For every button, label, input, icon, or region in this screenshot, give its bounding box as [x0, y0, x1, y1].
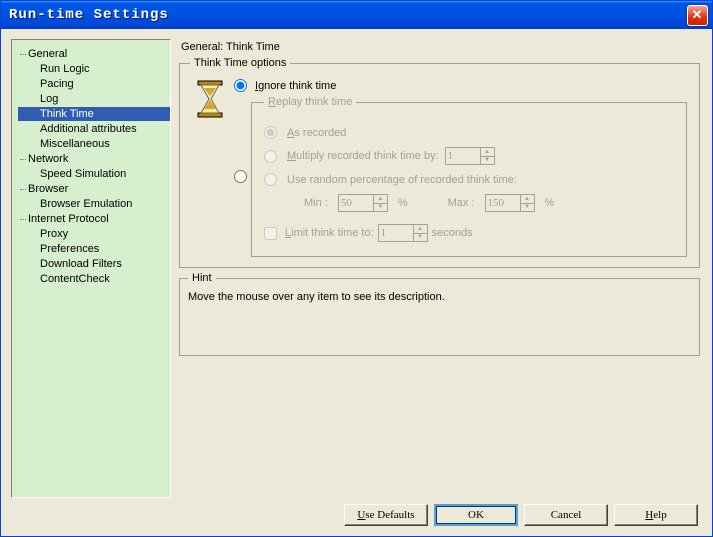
tree-cat-network[interactable]: Network — [18, 153, 170, 165]
multiply-value[interactable] — [446, 148, 480, 164]
tree-item-proxy[interactable]: Proxy — [18, 227, 170, 241]
limit-check-input[interactable] — [264, 227, 277, 240]
tree-item-contentcheck[interactable]: ContentCheck — [18, 272, 170, 286]
spin-down-icon[interactable]: ▼ — [481, 157, 494, 165]
max-label: Max : — [448, 197, 475, 209]
close-icon[interactable]: ✕ — [687, 5, 708, 26]
tree-item-download-filters[interactable]: Download Filters — [18, 257, 170, 271]
as-recorded-label: As recorded — [287, 127, 346, 139]
window-title: Run-time Settings — [9, 7, 687, 23]
tree-item-run-logic[interactable]: Run Logic — [18, 62, 170, 76]
max-percent: % — [545, 197, 555, 209]
tree-item-speed-simulation[interactable]: Speed Simulation — [18, 167, 170, 181]
hint-legend: Hint — [188, 272, 216, 284]
tree-item-additional-attributes[interactable]: Additional attributes — [18, 122, 170, 136]
tree-item-miscellaneous[interactable]: Miscellaneous — [18, 137, 170, 151]
use-defaults-button[interactable]: Use Defaults — [344, 504, 428, 526]
spin-down-icon[interactable]: ▼ — [414, 234, 427, 242]
seconds-label: seconds — [432, 227, 473, 239]
hint-box: Hint Move the mouse over any item to see… — [179, 278, 700, 356]
tree-item-preferences[interactable]: Preferences — [18, 242, 170, 256]
multiply-spinner[interactable]: ▲▼ — [445, 147, 495, 165]
limit-label: Limit think time to: — [285, 227, 374, 239]
hint-text: Move the mouse over any item to see its … — [188, 291, 691, 303]
options-legend: Think Time options — [190, 57, 290, 69]
max-value[interactable] — [486, 195, 520, 211]
spin-up-icon[interactable]: ▲ — [414, 225, 427, 234]
button-row: Use Defaults OK Cancel Help — [11, 498, 702, 526]
replay-think-time-radio[interactable]: Replay think time As recorded Multiply r… — [234, 96, 689, 257]
min-spinner[interactable]: ▲▼ — [338, 194, 388, 212]
spin-down-icon[interactable]: ▼ — [521, 204, 534, 212]
page-title: General: Think Time — [181, 41, 702, 53]
spin-up-icon[interactable]: ▲ — [481, 148, 494, 157]
client-area: General Run Logic Pacing Log Think Time … — [1, 29, 712, 536]
random-label: Use random percentage of recorded think … — [287, 174, 656, 186]
as-recorded-input[interactable] — [264, 126, 277, 139]
tree-item-pacing[interactable]: Pacing — [18, 77, 170, 91]
spin-down-icon[interactable]: ▼ — [374, 204, 387, 212]
tree-cat-internet-protocol[interactable]: Internet Protocol — [18, 213, 170, 225]
help-button[interactable]: Help — [614, 504, 698, 526]
tree-item-think-time[interactable]: Think Time — [18, 107, 170, 121]
random-radio[interactable]: Use random percentage of recorded think … — [264, 173, 674, 186]
content-panel: General: Think Time Think Time options — [177, 39, 702, 498]
min-max-row: Min : ▲▼ % Max : — [304, 194, 674, 212]
spin-up-icon[interactable]: ▲ — [521, 195, 534, 204]
cancel-button[interactable]: Cancel — [524, 504, 608, 526]
replay-legend: Replay think time — [264, 96, 356, 108]
nav-tree[interactable]: General Run Logic Pacing Log Think Time … — [11, 39, 171, 498]
tree-item-log[interactable]: Log — [18, 92, 170, 106]
limit-spinner[interactable]: ▲▼ — [378, 224, 428, 242]
max-spinner[interactable]: ▲▼ — [485, 194, 535, 212]
min-label: Min : — [304, 197, 328, 209]
min-value[interactable] — [339, 195, 373, 211]
min-percent: % — [398, 197, 408, 209]
replay-group: Replay think time As recorded Multiply r… — [251, 96, 687, 257]
multiply-radio[interactable]: Multiply recorded think time by: ▲▼ — [264, 147, 674, 165]
hourglass-icon — [194, 79, 226, 119]
as-recorded-radio[interactable]: As recorded — [264, 126, 674, 139]
multiply-input[interactable] — [264, 150, 277, 163]
tree-cat-general[interactable]: General — [18, 48, 170, 60]
think-time-options-group: Think Time options Ignore — [179, 57, 700, 268]
multiply-label: Multiply recorded think time by: — [287, 150, 439, 162]
random-input[interactable] — [264, 173, 277, 186]
limit-value[interactable] — [379, 225, 413, 241]
ignore-think-time-radio[interactable]: Ignore think time — [234, 79, 689, 92]
tree-item-browser-emulation[interactable]: Browser Emulation — [18, 197, 170, 211]
limit-checkbox[interactable]: Limit think time to: ▲▼ seconds — [264, 224, 674, 242]
tree-cat-browser[interactable]: Browser — [18, 183, 170, 195]
runtime-settings-window: Run-time Settings ✕ General Run Logic Pa… — [0, 0, 713, 537]
titlebar[interactable]: Run-time Settings ✕ — [1, 1, 712, 29]
replay-radio-input[interactable] — [234, 170, 247, 183]
ok-button[interactable]: OK — [434, 504, 518, 526]
spin-up-icon[interactable]: ▲ — [374, 195, 387, 204]
ignore-radio-input[interactable] — [234, 79, 247, 92]
ignore-label: Ignore think time — [255, 80, 336, 92]
